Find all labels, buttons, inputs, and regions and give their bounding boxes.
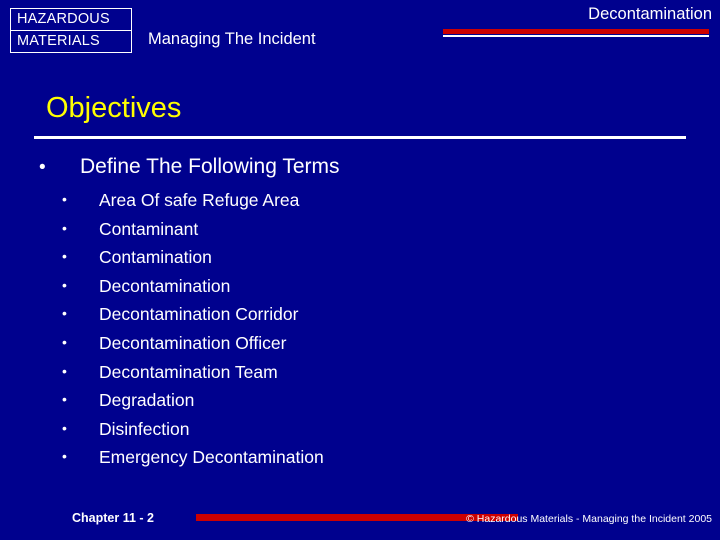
page-title: Objectives [46,92,182,124]
list-item: • Decontamination Team [62,362,682,391]
sub-bullet-dot-icon: • [62,333,67,350]
list-item-label: Degradation [99,390,195,411]
list-item-label: Disinfection [99,418,190,439]
list-item-label: Decontamination Team [99,361,278,382]
list-item: • Decontamination [62,276,682,305]
list-item: • Degradation [62,390,682,419]
list-item-label: Decontamination Officer [99,332,287,353]
list-item: • Area Of safe Refuge Area [62,190,682,219]
list-item: • Contaminant [62,219,682,248]
footer-chapter-label: Chapter 11 - 2 [72,511,154,525]
badge-line-hazardous: HAZARDOUS [17,11,110,27]
list-item: • Disinfection [62,419,682,448]
sub-bullet-dot-icon: • [62,362,67,379]
list-item-label: Contamination [99,247,212,268]
sub-bullet-dot-icon: • [62,448,67,465]
slide-canvas: HAZARDOUS MATERIALS Managing The Inciden… [0,0,720,540]
sub-bullet-dot-icon: • [62,419,67,436]
terms-list: • Area Of safe Refuge Area • Contaminant… [62,190,682,476]
list-item: • Decontamination Officer [62,333,682,362]
list-item-label: Area Of safe Refuge Area [99,190,300,210]
list-item-label: Decontamination Corridor [99,304,299,325]
footer-copyright: © Hazardous Materials - Managing the Inc… [466,513,712,525]
list-item: • Emergency Decontamination [62,447,682,476]
header-white-rule [443,35,709,37]
list-item-label: Contaminant [99,218,199,239]
list-item-label: Emergency Decontamination [99,447,324,468]
sub-bullet-dot-icon: • [62,219,67,236]
list-item: • Decontamination Corridor [62,304,682,333]
sub-bullet-dot-icon: • [62,305,67,322]
header-red-rule [443,29,709,34]
sub-bullet-dot-icon: • [62,391,67,408]
badge-line-materials: MATERIALS [17,33,100,49]
sub-bullet-dot-icon: • [62,276,67,293]
sub-bullet-dot-icon: • [62,248,67,265]
sub-bullet-dot-icon: • [62,191,67,207]
bullet-dot-icon: • [39,157,46,178]
main-bullet-label: Define The Following Terms [80,155,340,178]
header-subtitle: Managing The Incident [148,30,316,48]
title-underline-rule [34,136,686,139]
list-item: • Contamination [62,247,682,276]
hazardous-materials-badge: HAZARDOUS MATERIALS [10,8,132,53]
header-section-title: Decontamination [588,5,712,23]
list-item-label: Decontamination [99,275,231,296]
